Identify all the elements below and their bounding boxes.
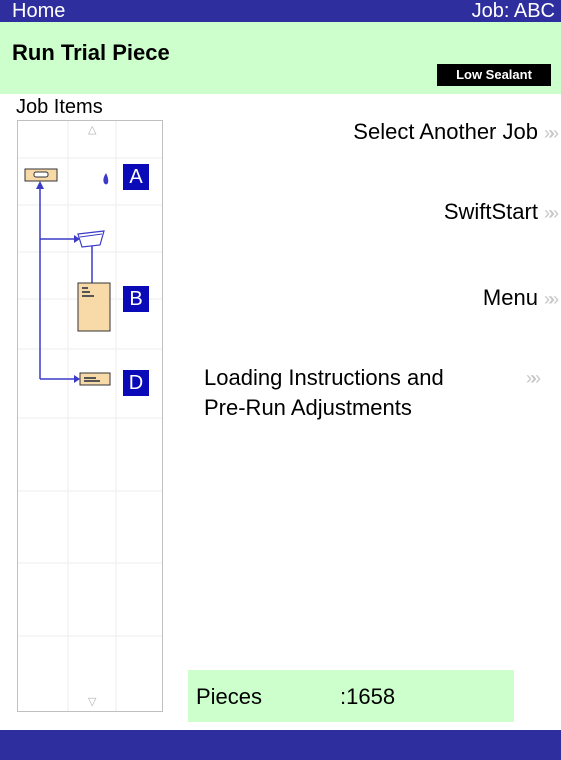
item-d-badge[interactable]: D [123, 370, 149, 396]
title-bar: Run Trial Piece Low Sealant [0, 22, 561, 94]
sealant-drop-icon [103, 173, 109, 185]
select-another-job-label: Select Another Job [353, 119, 538, 144]
top-bar: Home Job: ABC [0, 0, 561, 22]
arrow-right-icon [74, 375, 80, 383]
folder-icon [77, 230, 105, 248]
item-a-badge[interactable]: A [123, 164, 149, 190]
select-another-job-button[interactable]: Select Another Job»» [353, 119, 559, 145]
pieces-value: :1658 [340, 684, 396, 709]
scroll-up-icon[interactable]: △ [88, 123, 96, 136]
menu-label: Menu [482, 285, 538, 310]
item-b-badge[interactable]: B [123, 286, 149, 312]
double-chevron-icon: »» [543, 289, 559, 309]
double-chevron-icon: »» [526, 368, 541, 388]
loading-instructions-line1: Loading Instructions and [204, 365, 444, 390]
job-label: Job: ABC [471, 0, 555, 22]
loading-instructions-line2: Pre-Run Adjustments [204, 395, 412, 420]
bottom-bar [0, 730, 561, 760]
double-chevron-icon: »» [543, 203, 559, 223]
loading-instructions-button[interactable]: Loading Instructions and Pre-Run Adjustm… [204, 363, 541, 423]
swiftstart-button[interactable]: SwiftStart»» [443, 199, 559, 225]
swiftstart-label: SwiftStart [443, 199, 538, 224]
job-items-panel[interactable]: △ ▽ A B D [17, 120, 163, 712]
envelope-a-icon [24, 168, 58, 182]
arrow-up-icon [36, 181, 44, 189]
pieces-label: Pieces [196, 684, 263, 709]
pieces-counter: Pieces :1658 [188, 670, 514, 722]
insert-b-icon [77, 282, 111, 332]
envelope-d-icon [79, 372, 111, 386]
double-chevron-icon: »» [543, 123, 559, 143]
job-items-label: Job Items [16, 96, 103, 118]
job-items-diagram [18, 121, 162, 711]
status-badge: Low Sealant [437, 64, 551, 86]
menu-button[interactable]: Menu»» [482, 285, 559, 311]
scroll-down-icon[interactable]: ▽ [88, 695, 96, 708]
page-title: Run Trial Piece [12, 40, 170, 65]
home-link[interactable]: Home [12, 0, 65, 22]
